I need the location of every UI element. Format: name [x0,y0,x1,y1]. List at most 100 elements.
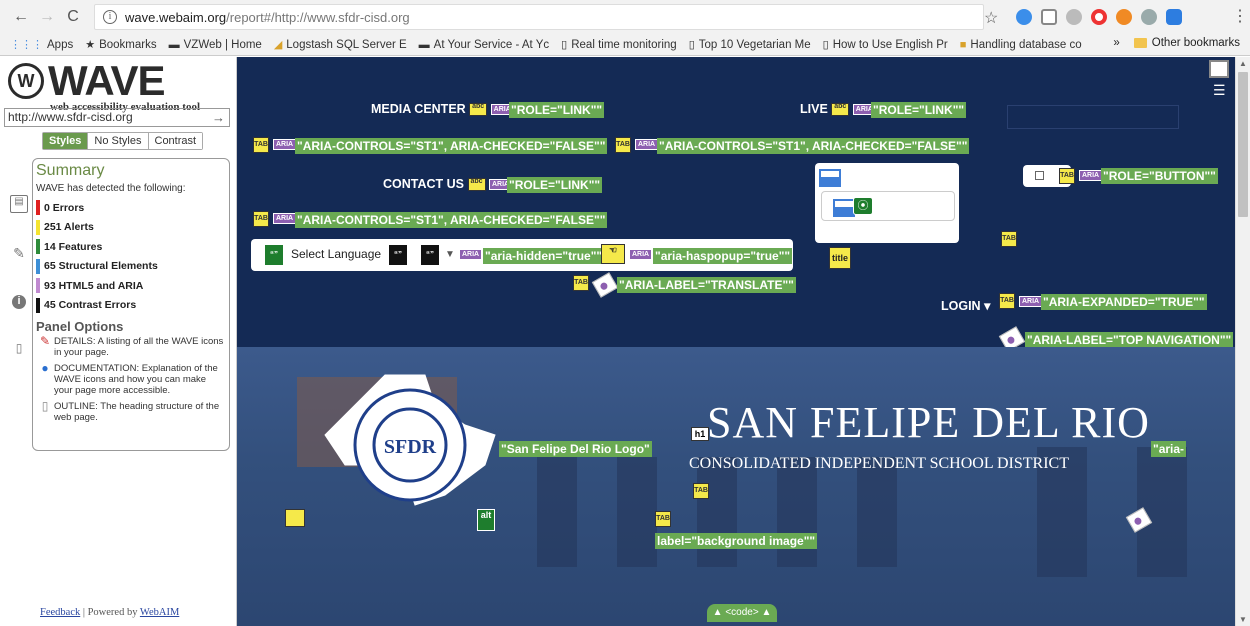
tabindex-icon: TAB [615,137,631,153]
nav-contact-us[interactable]: CONTACT US abc ARIA [383,177,513,192]
nav-live[interactable]: LIVE abc ARIA [800,102,876,117]
tab-no-styles[interactable]: No Styles [88,133,149,149]
dash-icon: ▬ [168,38,180,51]
drive-extension-icon[interactable] [1066,9,1082,25]
star-icon: ★ [85,39,96,51]
info-icon[interactable]: i [103,10,117,24]
tabindex-icon: TAB [693,483,709,499]
bookmarks-overflow[interactable]: » [1113,37,1119,49]
search-box[interactable] [1007,105,1179,129]
bookmark-real-time[interactable]: ▯ Real time monitoring [561,38,677,52]
other-bookmarks[interactable]: » Other bookmarks [1113,37,1240,49]
checkbox-icon[interactable] [1035,171,1044,180]
aria-icon: ARIA [459,249,483,260]
forward-arrow-icon[interactable]: → [36,6,58,28]
list-icon[interactable]: ☰ [1213,83,1227,97]
page-scrollbar[interactable]: ▲ ▼ [1235,57,1250,626]
scroll-thumb[interactable] [1238,72,1248,217]
option-details[interactable]: ✎ DETAILS: A listing of all the WAVE icon… [36,335,226,358]
url-bar[interactable]: i wave.webaim.org /report#/http://www.sf… [94,4,984,30]
stat-label: 251 Alerts [44,221,94,234]
window-icon [833,199,855,217]
alt-icon: alt [477,509,495,531]
hidden-element-icon: ☜ [601,244,625,264]
district-seal-logo: SFDR [324,374,496,506]
seal-letters: SFDR [384,436,437,458]
aria-bar [36,278,40,294]
bookmark-database[interactable]: ■ Handling database co [960,39,1082,51]
stat-features: 14 Features [36,237,226,257]
option-text: DETAILS: A listing of all the WAVE icons… [54,336,224,358]
aria-partial-label: "aria- [1151,441,1187,457]
webaim-link[interactable]: WebAIM [140,607,179,618]
features-bar [36,239,40,255]
feedback-link[interactable]: Feedback [40,607,80,618]
ublock-extension-icon[interactable] [1116,9,1132,25]
structural-bar [36,258,40,274]
bookmark-vzweb[interactable]: ▬ VZWeb | Home [169,39,262,51]
abc-icon: abc [467,178,486,192]
dropdown-arrow-icon[interactable]: ▼ [445,249,455,260]
building-window [697,457,737,567]
option-documentation[interactable]: ● DOCUMENTATION: Explanation of the WAVE … [36,362,226,396]
bookmark-at-your-service[interactable]: ▬ At Your Service - At Yc [419,39,550,51]
page-icon: ▯ [561,39,568,51]
evaluated-page: ☰ MEDIA CENTER abc ARIA "ROLE="LINK"" LI… [237,57,1235,626]
browser-menu-icon[interactable]: ⋮ [1232,6,1248,26]
documentation-info-icon[interactable]: i [12,295,26,309]
scroll-down-arrow-icon[interactable]: ▼ [1239,615,1247,624]
footer-separator: | Powered by [80,607,140,618]
select-language-label[interactable]: Select Language [291,247,381,261]
opera-extension-icon[interactable] [1091,9,1107,25]
profile-extension-icon[interactable] [1141,9,1157,25]
aria-controls-label-3: "ARIA-CONTROLS="ST1", ARIA-CHECKED="FALS… [295,212,608,228]
option-text: OUTLINE: The heading structure of the we… [54,401,220,423]
nav-media-center[interactable]: MEDIA CENTER abc ARIA [371,102,514,117]
bookmark-logstash[interactable]: ◢ Logstash SQL Server E [274,38,407,52]
bookmark-apps[interactable]: ⋮⋮⋮ Apps [10,38,73,52]
building-window [617,457,657,567]
scroll-up-arrow-icon[interactable]: ▲ [1239,59,1247,68]
role-link-label-2: "ROLE="LINK"" [871,102,967,118]
wave-logo-icon: W [8,63,44,99]
bookmark-star-icon[interactable]: ☆ [984,8,998,28]
code-toggle-button[interactable]: ▲ <code> ▲ [707,604,777,622]
page-icon: ▯ [688,39,695,51]
building-window [777,457,817,567]
bookmark-vegetarian[interactable]: ▯ Top 10 Vegetarian Me [688,38,811,52]
outline-page-icon[interactable]: ▯ [10,341,28,359]
bookmark-bookmarks[interactable]: ★ Bookmarks [85,38,156,52]
cloud-extension-icon[interactable] [1016,9,1032,25]
skype-extension-icon[interactable] [1166,9,1182,25]
address-toolbar: ← → C i wave.webaim.org /report#/http://… [0,0,1250,34]
back-arrow-icon[interactable]: ← [10,6,32,28]
login-label: LOGIN [941,299,981,313]
wave-toggle-icon[interactable] [1209,60,1229,78]
bookmark-label: Handling database co [970,38,1082,51]
speech-bubble-icon: ⦿ [853,197,873,215]
stat-label: 65 Structural Elements [44,260,158,273]
aria-label-tag-icon [591,272,619,298]
school-subtitle: CONSOLIDATED INDEPENDENT SCHOOL DISTRICT [689,455,1069,472]
stat-errors: 0 Errors [36,198,226,218]
bookmark-label: VZWeb | Home [183,38,262,51]
bookmark-english[interactable]: ▯ How to Use English Pr [823,38,948,52]
bookmark-label: How to Use English Pr [832,38,948,51]
tab-contrast[interactable]: Contrast [148,133,203,149]
nav-login[interactable]: LOGIN ▾ [941,298,990,313]
option-outline[interactable]: ▯ OUTLINE: The heading structure of the w… [36,399,226,423]
cast-extension-icon[interactable] [1041,9,1057,25]
stat-label: 14 Features [44,240,103,253]
stat-contrast: 45 Contrast Errors [36,296,226,316]
bookmarks-bar: ⋮⋮⋮ Apps ★ Bookmarks ▬ VZWeb | Home ◢ Logsta… [0,34,1250,56]
wave-url-input[interactable]: http://www.sfdr-cisd.org → [4,108,230,127]
reload-icon[interactable]: C [62,6,84,28]
details-flag-icon[interactable]: ✎ [10,245,28,263]
option-text: DOCUMENTATION: Explanation of the WAVE i… [54,363,218,396]
summary-clipboard-icon[interactable]: ▤ [10,195,28,213]
url-host: wave.webaim.org [125,9,227,25]
outline-icon: ▯ [41,399,49,413]
tab-styles[interactable]: Styles [43,133,89,149]
submit-arrow-icon[interactable]: → [212,109,225,126]
aria-icon: ARIA [629,249,653,260]
